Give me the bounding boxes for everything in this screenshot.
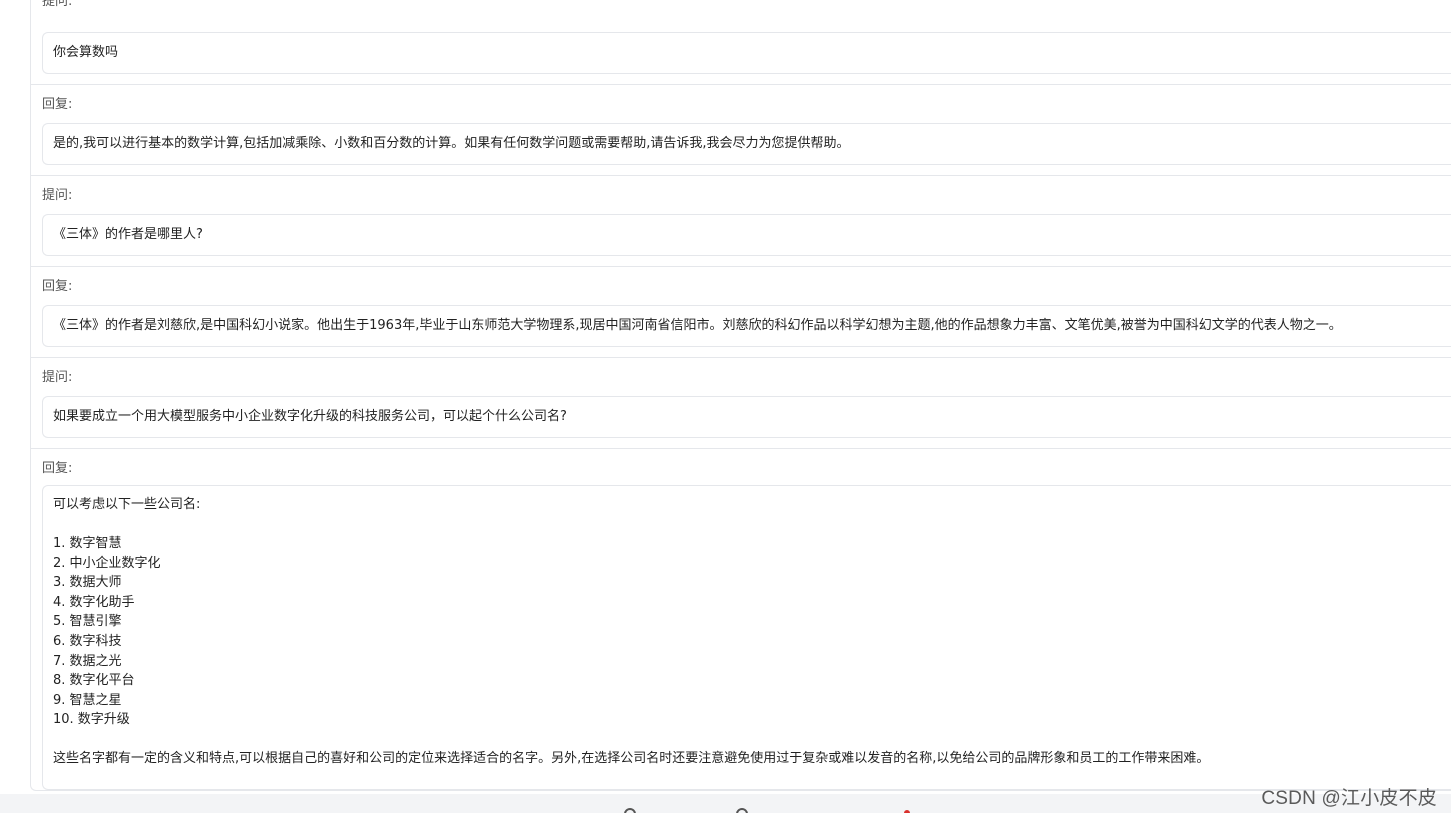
question-text: 如果要成立一个用大模型服务中小企业数字化升级的科技服务公司，可以起个什么公司名? xyxy=(53,409,567,424)
list-item: 5. 智慧引擎 xyxy=(53,614,122,630)
turn-role-label: 回复: xyxy=(42,97,73,112)
answer-intro: 可以考虑以下一些公司名: xyxy=(53,497,201,512)
answer-textbox[interactable]: 《三体》的作者是刘慈欣,是中国科幻小说家。他出生于1963年,毕业于山东师范大学… xyxy=(42,305,1451,347)
chat-turn-question: 提问: 你会算数吗 xyxy=(31,0,1451,84)
company-name-list: 1. 数字智慧 2. 中小企业数字化 3. 数据大师 4. 数字化助手 5. 智… xyxy=(53,534,1451,730)
chat-turn-question: 提问: 如果要成立一个用大模型服务中小企业数字化升级的科技服务公司，可以起个什么… xyxy=(31,357,1451,449)
chat-history-panel: 提问: 你会算数吗 回复: 是的,我可以进行基本的数学计算,包括加减乘除、小数和… xyxy=(30,0,1451,791)
turn-role-label: 回复: xyxy=(42,461,73,476)
answer-textbox[interactable]: 可以考虑以下一些公司名: 1. 数字智慧 2. 中小企业数字化 3. 数据大师 … xyxy=(42,485,1451,790)
question-text: 《三体》的作者是哪里人? xyxy=(53,227,203,242)
chat-turn-answer: 回复: 是的,我可以进行基本的数学计算,包括加减乘除、小数和百分数的计算。如果有… xyxy=(31,84,1451,176)
list-item: 7. 数据之光 xyxy=(53,653,122,669)
question-text: 你会算数吗 xyxy=(53,45,119,60)
chat-turn-question: 提问: 《三体》的作者是哪里人? xyxy=(31,175,1451,267)
answer-text: 是的,我可以进行基本的数学计算,包括加减乘除、小数和百分数的计算。如果有任何数学… xyxy=(53,136,850,151)
turn-role-label: 提问: xyxy=(42,188,73,203)
list-item: 6. 数字科技 xyxy=(53,633,122,649)
turn-role-label: 提问: xyxy=(42,0,73,9)
circle-icon[interactable] xyxy=(736,808,748,813)
question-textbox[interactable]: 你会算数吗 xyxy=(42,32,1451,74)
watermark: CSDN @江小皮不皮 xyxy=(1261,788,1437,809)
list-item: 3. 数据大师 xyxy=(53,575,122,591)
list-item: 1. 数字智慧 xyxy=(53,536,122,551)
list-item: 8. 数字化平台 xyxy=(53,673,135,689)
page: 提问: 你会算数吗 回复: 是的,我可以进行基本的数学计算,包括加减乘除、小数和… xyxy=(0,0,1451,813)
question-textbox[interactable]: 《三体》的作者是哪里人? xyxy=(42,214,1451,256)
turn-role-label: 回复: xyxy=(42,279,73,294)
answer-textbox[interactable]: 是的,我可以进行基本的数学计算,包括加减乘除、小数和百分数的计算。如果有任何数学… xyxy=(42,123,1451,165)
chat-turn-answer: 回复: 可以考虑以下一些公司名: 1. 数字智慧 2. 中小企业数字化 3. 数… xyxy=(31,448,1451,791)
circle-icon[interactable] xyxy=(624,808,636,813)
list-item: 10. 数字升级 xyxy=(53,712,130,728)
bottom-toolbar xyxy=(0,794,1451,813)
answer-outro: 这些名字都有一定的含义和特点,可以根据自己的喜好和公司的定位来选择适合的名字。另… xyxy=(53,750,1210,766)
list-item: 4. 数字化助手 xyxy=(53,594,135,610)
list-item: 2. 中小企业数字化 xyxy=(53,555,161,571)
answer-text: 《三体》的作者是刘慈欣,是中国科幻小说家。他出生于1963年,毕业于山东师范大学… xyxy=(53,318,1342,333)
list-item: 9. 智慧之星 xyxy=(53,692,122,708)
question-textbox[interactable]: 如果要成立一个用大模型服务中小企业数字化升级的科技服务公司，可以起个什么公司名? xyxy=(42,396,1451,438)
chat-turn-answer: 回复: 《三体》的作者是刘慈欣,是中国科幻小说家。他出生于1963年,毕业于山东… xyxy=(31,266,1451,358)
turn-role-label: 提问: xyxy=(42,370,73,385)
